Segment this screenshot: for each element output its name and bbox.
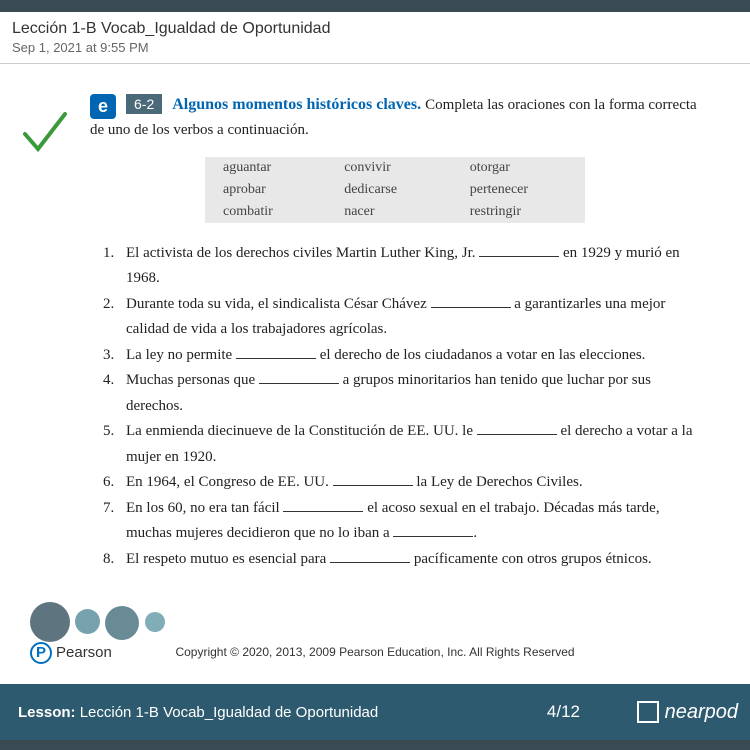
- word-bank-cell: dedicarse: [326, 179, 452, 201]
- e-badge-icon: e: [90, 94, 116, 119]
- fill-blank[interactable]: [479, 243, 559, 257]
- word-bank: aguantar convivir otorgar aprobar dedica…: [205, 157, 585, 223]
- word-bank-cell: aprobar: [205, 179, 326, 201]
- word-bank-cell: pertenecer: [452, 179, 585, 201]
- circle-decoration: [105, 606, 139, 640]
- question-item: Muchas personas que a grupos minoritario…: [118, 368, 700, 419]
- circle-decoration: [145, 612, 165, 632]
- worksheet-page: e 6-2 Algunos momentos históricos claves…: [0, 64, 750, 684]
- fill-blank[interactable]: [236, 345, 316, 359]
- word-bank-cell: aguantar: [205, 157, 326, 179]
- question-item: En 1964, el Congreso de EE. UU. la Ley d…: [118, 470, 700, 496]
- document-date: Sep 1, 2021 at 9:55 PM: [12, 40, 738, 55]
- question-item: El activista de los derechos civiles Mar…: [118, 241, 700, 292]
- window-chrome-top: [0, 0, 750, 12]
- word-bank-cell: convivir: [326, 157, 452, 179]
- exercise-container: e 6-2 Algunos momentos históricos claves…: [90, 94, 700, 572]
- exercise-number: 6-2: [126, 94, 162, 114]
- pearson-p-icon: P: [30, 642, 52, 664]
- word-bank-cell: combatir: [205, 201, 326, 223]
- question-item: En los 60, no era tan fácil el acoso sex…: [118, 496, 700, 547]
- copyright-text: Copyright © 2020, 2013, 2009 Pearson Edu…: [50, 645, 700, 659]
- fill-blank[interactable]: [393, 523, 473, 537]
- lesson-label: Lesson:: [18, 704, 76, 721]
- fill-blank[interactable]: [477, 421, 557, 435]
- question-item: La ley no permite el derecho de los ciud…: [118, 343, 700, 369]
- document-header: Lección 1-B Vocab_Igualdad de Oportunida…: [0, 12, 750, 64]
- questions-list: El activista de los derechos civiles Mar…: [90, 241, 700, 573]
- page-counter: 4/12: [547, 702, 580, 722]
- exercise-heading: e 6-2 Algunos momentos históricos claves…: [90, 94, 700, 142]
- fill-blank[interactable]: [333, 472, 413, 486]
- fill-blank[interactable]: [330, 549, 410, 563]
- nearpod-brand[interactable]: nearpod: [637, 701, 738, 724]
- nearpod-icon: [637, 701, 659, 723]
- question-item: Durante toda su vida, el sindicalista Cé…: [118, 292, 700, 343]
- word-bank-cell: nacer: [326, 201, 452, 223]
- fill-blank[interactable]: [431, 294, 511, 308]
- exercise-title: Algunos momentos históricos claves.: [172, 96, 421, 113]
- checkmark-icon: [20, 109, 70, 164]
- word-bank-cell: otorgar: [452, 157, 585, 179]
- fill-blank[interactable]: [283, 498, 363, 512]
- question-item: El respeto mutuo es esencial para pacífi…: [118, 547, 700, 573]
- document-title: Lección 1-B Vocab_Igualdad de Oportunida…: [12, 20, 738, 38]
- circle-decoration: [30, 602, 70, 642]
- lesson-bottom-bar: Lesson: Lección 1-B Vocab_Igualdad de Op…: [0, 684, 750, 740]
- lesson-name: Lección 1-B Vocab_Igualdad de Oportunida…: [80, 704, 379, 721]
- circle-decoration: [75, 609, 100, 634]
- question-item: La enmienda diecinueve de la Constitució…: [118, 419, 700, 470]
- fill-blank[interactable]: [259, 370, 339, 384]
- word-bank-cell: restringir: [452, 201, 585, 223]
